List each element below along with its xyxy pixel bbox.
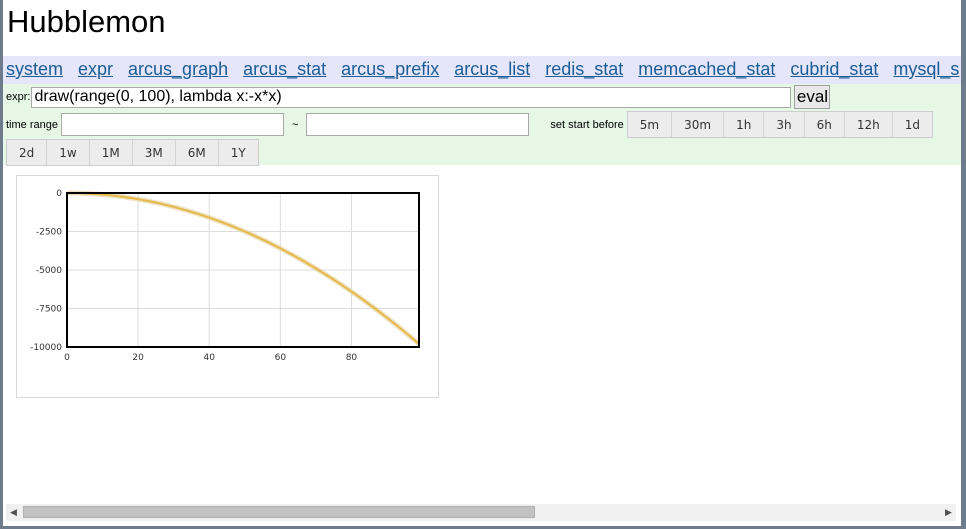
x-tick-label: 80 (346, 353, 358, 363)
x-tick-label: 60 (275, 353, 287, 363)
line-chart: 0 20 40 60 80 0 -2500 -5000 -7500 -10000 (30, 189, 421, 363)
y-tick-label: -2500 (36, 228, 62, 238)
nav-link-expr[interactable]: expr (78, 59, 113, 80)
y-tick-label: -7500 (36, 305, 62, 315)
y-tick-label: -10000 (30, 343, 62, 353)
period-buttons-row1: 5m 30m 1h 3h 6h 12h 1d (626, 111, 933, 138)
nav-link-arcus-graph[interactable]: arcus_graph (128, 59, 228, 80)
period-buttons-row2: 2d 1w 1M 3M 6M 1Y (6, 139, 259, 166)
nav-bar: system expr arcus_graph arcus_stat arcus_pre… (3, 56, 961, 84)
controls-panel: expr: eval time range ~ set start before… (3, 84, 961, 166)
horizontal-scrollbar[interactable]: ◀ ▶ (6, 504, 956, 521)
expr-label: expr: (6, 91, 31, 103)
start-from-input[interactable] (60, 113, 284, 136)
y-tick-label: -5000 (36, 266, 62, 276)
period-3M-button[interactable]: 3M (132, 140, 176, 165)
nav-link-arcus-stat[interactable]: arcus_stat (243, 59, 326, 80)
series-line (67, 192, 420, 345)
period-5m-button[interactable]: 5m (627, 112, 673, 137)
period-3h-button[interactable]: 3h (764, 112, 805, 137)
nav-link-memcached-stat[interactable]: memcached_stat (638, 59, 775, 80)
period-1w-button[interactable]: 1w (47, 140, 90, 165)
nav-link-cubrid-stat[interactable]: cubrid_stat (790, 59, 878, 80)
period-6h-button[interactable]: 6h (804, 112, 845, 137)
period-30m-button[interactable]: 30m (672, 112, 725, 137)
page-title: Hubblemon (7, 4, 166, 39)
set-start-before-label: set start before (550, 118, 624, 131)
y-tick-label: 0 (56, 189, 62, 199)
x-tick-label: 40 (203, 353, 215, 363)
period-2d-button[interactable]: 2d (7, 140, 48, 165)
period-1Y-button[interactable]: 1Y (218, 140, 258, 165)
time-range-label: time range (6, 118, 58, 131)
period-12h-button[interactable]: 12h (844, 112, 893, 137)
expr-input[interactable] (31, 86, 792, 108)
nav-link-redis-stat[interactable]: redis_stat (545, 59, 623, 80)
nav-link-mysql-stat[interactable]: mysql_s (893, 59, 959, 80)
x-tick-label: 20 (132, 353, 144, 363)
period-1h-button[interactable]: 1h (724, 112, 765, 137)
start-to-input[interactable] (306, 113, 530, 136)
chart-container: 0 20 40 60 80 0 -2500 -5000 -7500 -10000 (16, 175, 439, 398)
period-1M-button[interactable]: 1M (89, 140, 133, 165)
x-tick-label: 0 (64, 353, 70, 363)
eval-button[interactable]: eval (794, 85, 831, 109)
window-frame-right (961, 0, 966, 529)
scroll-left-icon[interactable]: ◀ (6, 504, 21, 521)
nav-link-arcus-prefix[interactable]: arcus_prefix (341, 59, 439, 80)
scroll-right-icon[interactable]: ▶ (941, 504, 956, 521)
nav-link-system[interactable]: system (6, 59, 63, 80)
scrollbar-thumb[interactable] (23, 506, 535, 518)
series-line-shadow (67, 190, 421, 346)
nav-link-arcus-list[interactable]: arcus_list (454, 59, 530, 80)
range-separator: ~ (291, 118, 299, 131)
period-1d-button[interactable]: 1d (892, 112, 932, 137)
period-6M-button[interactable]: 6M (175, 140, 219, 165)
